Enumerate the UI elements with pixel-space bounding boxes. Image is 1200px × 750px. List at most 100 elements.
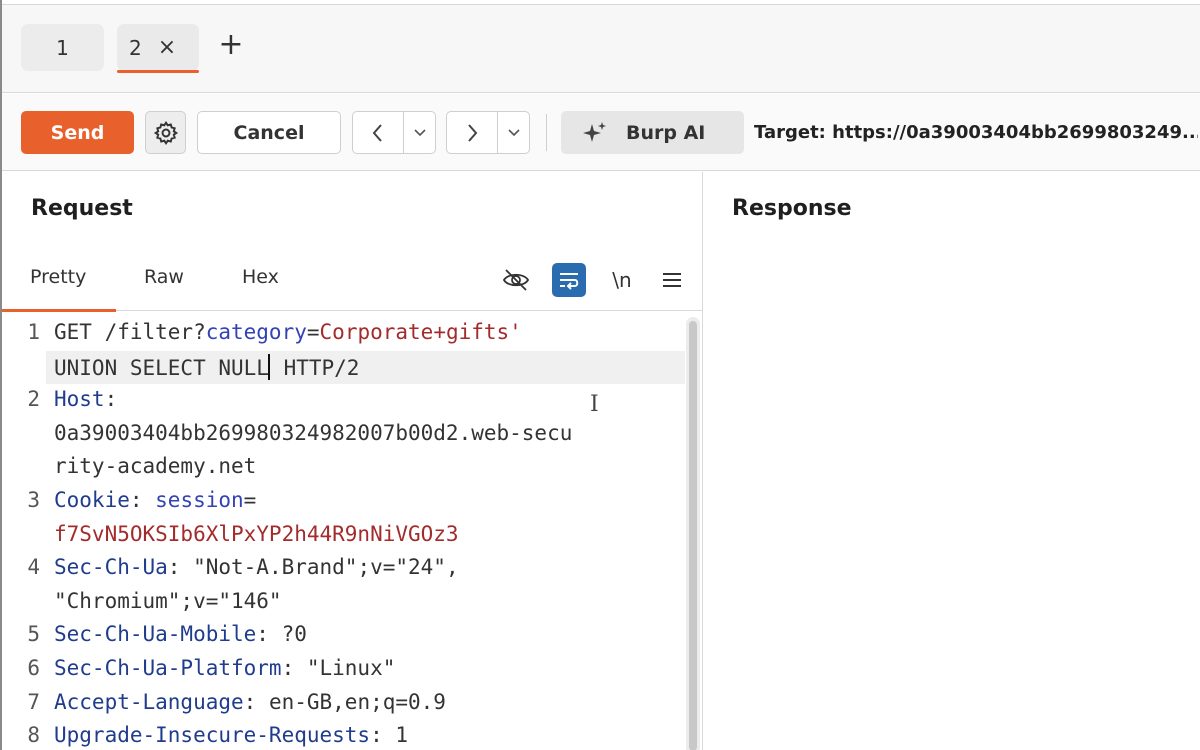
editor-scrollbar[interactable] <box>686 317 700 750</box>
cancel-button[interactable]: Cancel <box>197 111 341 154</box>
request-view-tabs: Pretty Raw Hex \n <box>2 255 702 312</box>
scrollbar-thumb[interactable] <box>689 321 697 750</box>
code-text: UNION SELECT NULL HTTP/2 <box>54 353 360 380</box>
history-back-group <box>352 111 436 154</box>
show-newlines-toggle[interactable]: \n <box>605 263 639 297</box>
word-wrap-toggle[interactable] <box>552 263 586 297</box>
code-text: Sec-Ch-Ua-Mobile: ?0 <box>54 622 307 646</box>
burp-ai-button[interactable]: Burp AI <box>561 111 744 154</box>
tab-label: 1 <box>56 35 69 60</box>
code-text: 0a39003404bb26998032498​2007b00d2.web-se… <box>54 421 572 445</box>
line-number: 8 <box>27 723 40 748</box>
toolbar-separator <box>546 114 547 151</box>
request-panel-title: Request <box>31 196 133 221</box>
code-token: Sec-Ch-Ua-Mobile <box>54 622 257 647</box>
close-icon[interactable]: × <box>158 36 176 59</box>
code-token: "Chromium";v="146" <box>54 588 282 613</box>
code-line[interactable]: 0a39003404bb26998032498​2007b00d2.web-se… <box>2 413 702 447</box>
history-back-button[interactable] <box>353 112 404 153</box>
chevron-left-icon <box>372 123 382 142</box>
repeater-tab-2[interactable]: 2 × <box>117 24 199 73</box>
code-line[interactable]: f7SvN5OKSIb6XlPxYP2h44R9nNiVGOz3 <box>2 514 702 548</box>
code-token: : "Not-A.Brand";v="24", <box>167 555 459 580</box>
history-forward-dropdown[interactable] <box>498 112 529 153</box>
burp-ai-label: Burp AI <box>626 121 706 144</box>
request-editor[interactable]: 1 GET /filter?category=Corporate+gifts' UN… <box>2 312 702 750</box>
code-text: f7SvN5OKSIb6XlPxYP2h44R9nNiVGOz3 <box>54 522 459 546</box>
eye-off-icon <box>502 269 530 291</box>
history-back-dropdown[interactable] <box>404 112 435 153</box>
history-forward-group <box>446 111 530 154</box>
request-toolbar: Send Cancel Burp AI Target: https://0a39… <box>0 94 1200 171</box>
response-panel-title: Response <box>732 196 852 221</box>
code-token: f7SvN5OKSIb6XlPxYP2h44R9nNiVGOz3 <box>54 521 459 546</box>
sparkle-icon <box>583 121 606 142</box>
code-line[interactable]: 4 Sec-Ch-Ua: "Not-A.Brand";v="24", <box>2 547 702 581</box>
code-token: Cookie <box>54 488 130 512</box>
code-token: : en-GB,en;q=0.9 <box>243 689 446 714</box>
code-token: rity-academy.net <box>54 454 257 479</box>
code-token: : ?0 <box>256 622 307 647</box>
cancel-button-label: Cancel <box>233 121 305 144</box>
text-cursor-icon: I <box>590 392 599 417</box>
code-token: UNION SELECT NULL <box>54 355 269 380</box>
code-token: Accept-Language <box>54 689 244 714</box>
code-line[interactable]: rity-academy.net <box>2 446 702 480</box>
code-token: HTTP/2 <box>270 355 360 380</box>
code-line[interactable]: UNION SELECT NULL HTTP/2 <box>2 346 702 380</box>
code-token: : <box>129 488 156 512</box>
line-number: 4 <box>27 555 40 580</box>
plus-icon[interactable]: + <box>216 30 246 61</box>
code-token: 0a39003404bb26998032498​2007b00d2.web-se… <box>54 420 573 445</box>
tab-hex[interactable]: Hex <box>242 266 279 288</box>
code-text: Host: <box>54 387 117 411</box>
code-token: category <box>205 320 307 344</box>
code-token: : "Linux" <box>281 656 396 680</box>
text-caret <box>267 353 270 380</box>
code-token: Host <box>54 387 105 412</box>
hide-nonprintable-button[interactable] <box>499 263 533 297</box>
history-forward-button[interactable] <box>447 112 498 153</box>
code-line[interactable]: 5 Sec-Ch-Ua-Mobile: ?0 <box>2 614 702 648</box>
tab-pretty[interactable]: Pretty <box>30 266 86 288</box>
target-url[interactable]: Target: https://0a39003404bb2699803249..… <box>754 122 1198 143</box>
code-token: Upgrade-Insecure-Requests <box>54 723 371 748</box>
code-text: Sec-Ch-Ua-Platform: "Linux" <box>54 656 395 680</box>
code-token: = <box>306 320 320 344</box>
line-number: 6 <box>27 656 40 680</box>
response-body[interactable] <box>703 240 1200 750</box>
code-token: Corporate+gifts' <box>319 320 522 344</box>
chevron-right-icon <box>468 123 478 142</box>
tab-label: 2 <box>129 35 142 60</box>
code-token: GET /filter? <box>54 320 206 344</box>
code-text: "Chromium";v="146" <box>54 589 282 613</box>
repeater-tab-1[interactable]: 1 <box>21 24 104 71</box>
code-token: Sec-Ch-Ua <box>54 555 168 580</box>
line-number: 1 <box>27 320 40 344</box>
code-line[interactable]: "Chromium";v="146" <box>2 581 702 615</box>
tab-raw[interactable]: Raw <box>144 266 184 288</box>
chevron-down-icon <box>413 128 426 136</box>
settings-button[interactable] <box>145 111 186 154</box>
code-line[interactable]: 6 Sec-Ch-Ua-Platform: "Linux" <box>2 648 702 682</box>
code-token: : <box>104 387 118 412</box>
menu-icon <box>663 273 681 287</box>
code-text: Accept-Language: en-GB,en;q=0.9 <box>54 690 446 714</box>
wrap-text-icon <box>560 273 579 290</box>
line-number: 7 <box>27 689 40 714</box>
send-button-label: Send <box>50 121 105 144</box>
send-button[interactable]: Send <box>21 111 134 154</box>
code-line[interactable]: 7 Accept-Language: en-GB,en;q=0.9 <box>2 682 702 716</box>
code-text: GET /filter?category=Corporate+gifts' <box>54 320 522 344</box>
line-number: 5 <box>27 622 40 647</box>
line-number: 3 <box>27 488 40 512</box>
code-line[interactable]: 8 Upgrade-Insecure-Requests: 1 <box>2 715 702 749</box>
code-token: : 1 <box>370 723 409 748</box>
code-token: = <box>243 488 257 512</box>
editor-menu-button[interactable] <box>655 263 689 297</box>
code-text: rity-academy.net <box>54 454 256 478</box>
code-line[interactable]: 1 GET /filter?category=Corporate+gifts' <box>2 312 702 346</box>
window-left-edge <box>0 0 2 750</box>
code-text: Upgrade-Insecure-Requests: 1 <box>54 723 408 747</box>
code-line[interactable]: 3 Cookie: session= <box>2 480 702 514</box>
